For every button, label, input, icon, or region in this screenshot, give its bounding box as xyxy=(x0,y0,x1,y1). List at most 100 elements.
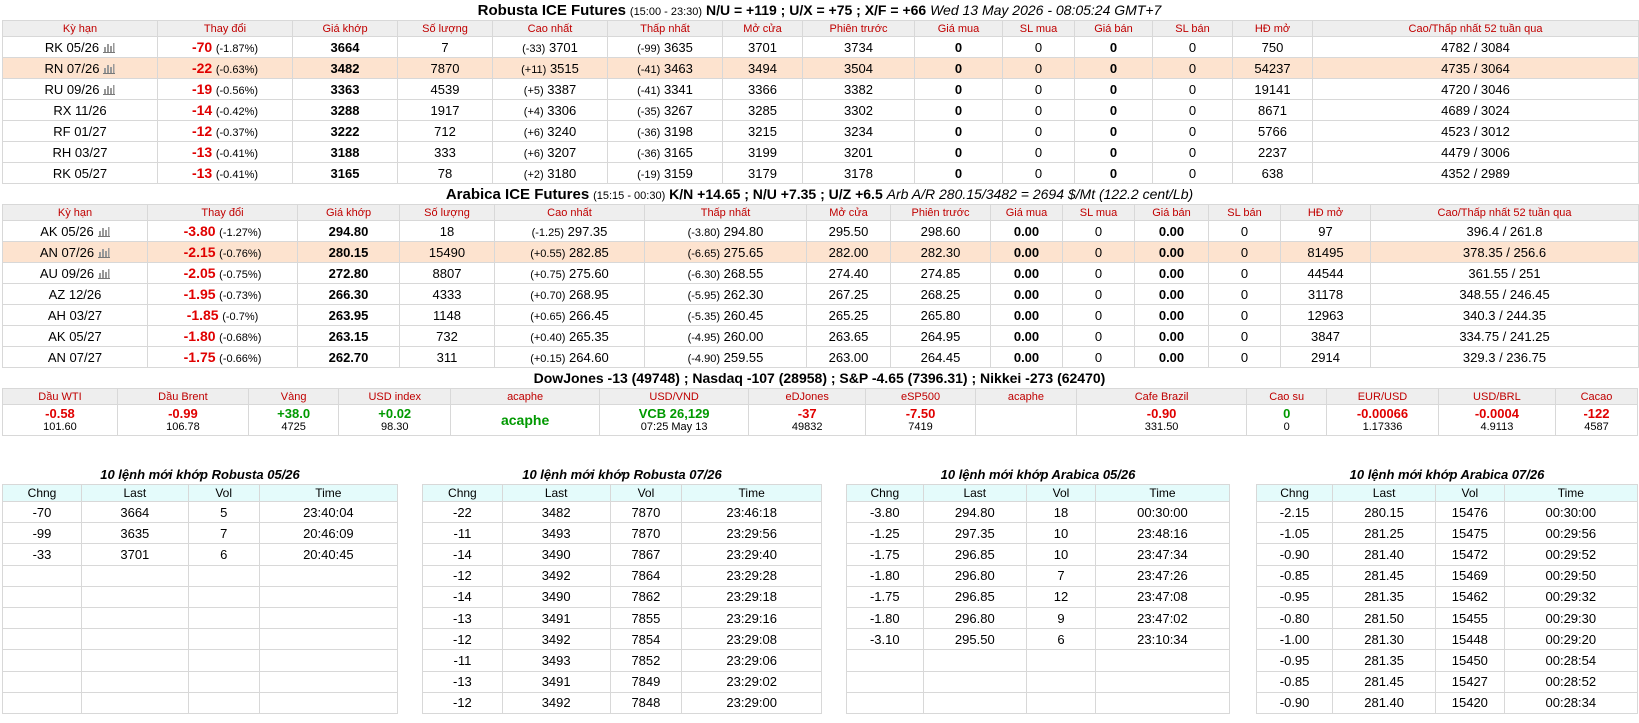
arabica-row[interactable]: AH 03/27 -1.85 (-0.7%) 263.95 1148 (+0.65) 2… xyxy=(2,304,1639,326)
low-cell: (-41) 3463 xyxy=(607,57,723,79)
contract-term-label[interactable]: AK 05/26 xyxy=(40,224,94,239)
arabica-row[interactable]: AZ 12/26 -1.95 (-0.73%) 266.30 4333 (+0.70) … xyxy=(2,283,1639,305)
contract-term-label[interactable]: AK 05/27 xyxy=(48,329,102,344)
arabica-row[interactable]: AK 05/27 -1.80 (-0.68%) 263.15 732 (+0.40) 2… xyxy=(2,325,1639,347)
contract-term-label[interactable]: AH 03/27 xyxy=(48,308,102,323)
contract-term[interactable]: AN 07/27 xyxy=(2,346,148,368)
robusta-row[interactable]: RK 05/26 -70 (-1.87%) 3664 7 (-33) 3701 (-99)… xyxy=(2,36,1639,58)
trade-volume: 6 xyxy=(187,543,260,566)
arabica-row[interactable]: AU 09/26 -2.05 (-0.75%) 272.80 8807 (+0.75) … xyxy=(2,262,1639,284)
change-percent: (-1.27%) xyxy=(219,227,262,239)
change-cell: -3.80 (-1.27%) xyxy=(147,220,298,242)
market-cell[interactable]: +0.02 98.30 xyxy=(338,404,452,436)
contract-term-label[interactable]: RU 09/26 xyxy=(45,82,100,97)
contract-term[interactable]: RK 05/26 xyxy=(2,36,158,58)
bid-quantity: 0 xyxy=(1062,241,1135,263)
open-price: 263.00 xyxy=(806,346,891,368)
arabica-header: Giá mua xyxy=(990,204,1063,221)
market-cell[interactable]: -0.00066 1.17336 xyxy=(1326,404,1439,436)
bid-price: 0.00 xyxy=(990,325,1063,347)
market-cell[interactable]: acaphe xyxy=(450,404,601,436)
contract-term[interactable]: AH 03/27 xyxy=(2,304,148,326)
contract-term-label[interactable]: RX 11/26 xyxy=(53,103,106,118)
open-price: 263.65 xyxy=(806,325,891,347)
arabica-row[interactable]: AK 05/26 -3.80 (-1.27%) 294.80 18 (-1.25) 29… xyxy=(2,220,1639,242)
trade-change: -1.00 xyxy=(1255,628,1334,651)
robusta-row[interactable]: RF 01/27 -12 (-0.37%) 3222 712 (+6) 3240 (-36… xyxy=(2,120,1639,142)
contract-term[interactable]: AN 07/26 xyxy=(2,241,148,263)
market-cell[interactable]: -37 49832 xyxy=(748,404,867,436)
contract-term-label[interactable]: RF 01/27 xyxy=(53,124,106,139)
chart-icon[interactable] xyxy=(99,82,116,97)
bid-price: 0.00 xyxy=(990,241,1063,263)
trade-last: 294.80 xyxy=(922,500,1028,524)
contract-term[interactable]: RK 05/27 xyxy=(2,162,158,184)
market-value: -0.99 xyxy=(168,406,198,421)
chart-icon[interactable] xyxy=(99,40,116,55)
bid-price: 0.00 xyxy=(990,262,1063,284)
contract-term[interactable]: AK 05/27 xyxy=(2,325,148,347)
contract-term[interactable]: AU 09/26 xyxy=(2,262,148,284)
high-diff: (+0.15) xyxy=(530,352,566,365)
bid-quantity: 0 xyxy=(1002,99,1075,121)
trade-volume: 7870 xyxy=(609,522,683,545)
open-interest: 31178 xyxy=(1280,283,1371,305)
contract-term-label[interactable]: RN 07/26 xyxy=(45,61,100,76)
open-price: 3285 xyxy=(722,99,803,121)
contract-term-label[interactable]: RK 05/26 xyxy=(45,40,99,55)
contract-term[interactable]: AZ 12/26 xyxy=(2,283,148,305)
market-cell[interactable]: -0.58 101.60 xyxy=(2,404,118,436)
chart-icon[interactable] xyxy=(94,245,111,260)
trade-last: 295.50 xyxy=(922,628,1028,651)
arabica-header: Cao nhất xyxy=(494,204,645,221)
market-subvalue: 106.78 xyxy=(166,421,200,433)
change-value: -12 xyxy=(191,123,213,139)
trade-col-header: Last xyxy=(501,484,611,502)
market-value: 0 xyxy=(1283,406,1291,421)
robusta-row[interactable]: RH 03/27 -13 (-0.41%) 3188 333 (+6) 3207 (-36… xyxy=(2,141,1639,163)
contract-term[interactable]: RH 03/27 xyxy=(2,141,158,163)
contract-term-label[interactable]: AU 09/26 xyxy=(40,266,94,281)
52-week-range: 378.35 / 256.6 xyxy=(1370,241,1639,263)
market-cell[interactable]: -0.0004 4.9113 xyxy=(1437,404,1556,436)
contract-term[interactable]: RF 01/27 xyxy=(2,120,158,142)
market-cell[interactable]: 00 xyxy=(1246,404,1328,436)
trade-time xyxy=(258,670,399,693)
trade-volume xyxy=(1026,670,1096,693)
arabica-row[interactable]: AN 07/26 -2.15 (-0.76%) 280.15 15490 (+0.55)… xyxy=(2,241,1639,263)
contract-term[interactable]: AK 05/26 xyxy=(2,220,148,242)
market-cell[interactable]: VCB 26,129 07:25 May 13 xyxy=(599,404,750,436)
robusta-row[interactable]: RN 07/26 -22 (-0.63%) 3482 7870 (+11) 3515 (-… xyxy=(2,57,1639,79)
contract-term-label[interactable]: AZ 12/26 xyxy=(49,287,102,302)
open-interest: 638 xyxy=(1232,162,1313,184)
market-cell[interactable]: -0.99 106.78 xyxy=(116,404,249,436)
chart-icon[interactable] xyxy=(94,266,111,281)
trade-row: -0.95 281.35 15450 00:28:54 xyxy=(1255,649,1639,672)
robusta-row[interactable]: RU 09/26 -19 (-0.56%) 3363 4539 (+5) 3387 (-4… xyxy=(2,78,1639,100)
bid-quantity: 0 xyxy=(1062,304,1135,326)
chart-icon[interactable] xyxy=(99,61,116,76)
market-cell[interactable]: +38.0 4725 xyxy=(247,404,340,436)
high-diff: (-1.25) xyxy=(531,226,564,239)
arabica-row[interactable]: AN 07/27 -1.75 (-0.66%) 262.70 311 (+0.15) 2… xyxy=(2,346,1639,368)
market-cell[interactable] xyxy=(974,404,1077,436)
market-cell[interactable]: -122 4587 xyxy=(1554,404,1639,436)
robusta-row[interactable]: RK 05/27 -13 (-0.41%) 3165 78 (+2) 3180 (-19)… xyxy=(2,162,1639,184)
trade-row: -99 3635 7 20:46:09 xyxy=(2,522,399,545)
contract-term-label[interactable]: AN 07/27 xyxy=(48,350,102,365)
market-name: EUR/USD xyxy=(1326,388,1439,405)
contract-term-label[interactable]: RH 03/27 xyxy=(53,145,108,160)
chart-icon[interactable] xyxy=(94,224,110,239)
contract-term[interactable]: RU 09/26 xyxy=(2,78,158,100)
market-cell[interactable]: -0.90 331.50 xyxy=(1075,404,1248,436)
robusta-row[interactable]: RX 11/26 -14 (-0.42%) 3288 1917 (+4) 3306 (-3… xyxy=(2,99,1639,121)
low-price: 268.55 xyxy=(723,265,764,281)
trade-row: -3.10 295.50 6 23:10:34 xyxy=(846,628,1231,651)
contract-term-label[interactable]: AN 07/26 xyxy=(40,245,94,260)
contract-term[interactable]: RX 11/26 xyxy=(2,99,158,121)
last-price: 3664 xyxy=(292,36,398,58)
contract-term-label[interactable]: RK 05/27 xyxy=(53,166,107,181)
high-cell: (+0.65) 266.45 xyxy=(494,304,645,326)
market-cell[interactable]: -7.50 7419 xyxy=(865,404,976,436)
contract-term[interactable]: RN 07/26 xyxy=(2,57,158,79)
